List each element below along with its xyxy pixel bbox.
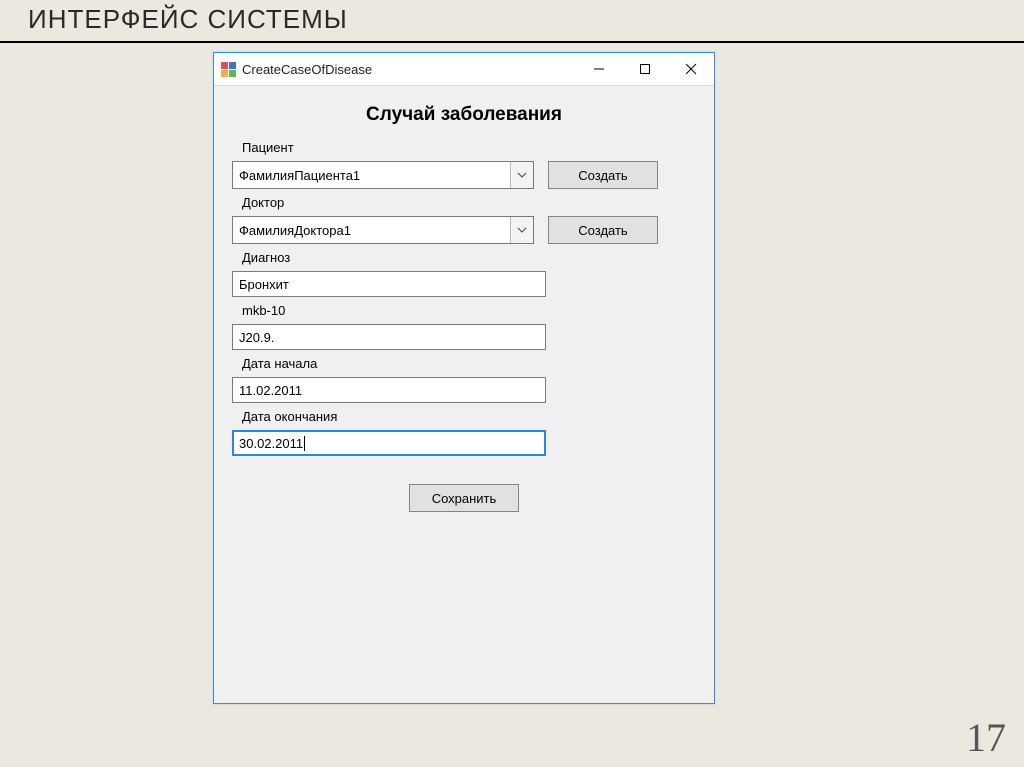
date-start-field[interactable]: 11.02.2011	[232, 377, 546, 403]
date-end-value: 30.02.2011	[239, 436, 303, 451]
diagnosis-field[interactable]: Бронхит	[232, 271, 546, 297]
date-start-value: 11.02.2011	[239, 383, 302, 398]
window-title: CreateCaseOfDisease	[242, 62, 372, 77]
date-end-label: Дата окончания	[242, 409, 696, 424]
doctor-label: Доктор	[242, 195, 696, 210]
maximize-button[interactable]	[622, 53, 668, 85]
chevron-down-icon[interactable]	[510, 217, 533, 243]
diagnosis-label: Диагноз	[242, 250, 696, 265]
page-number: 17	[966, 714, 1006, 761]
patient-combobox[interactable]: ФамилияПациента1	[232, 161, 534, 189]
diagnosis-value: Бронхит	[239, 277, 289, 292]
create-patient-button[interactable]: Создать	[548, 161, 658, 189]
form-title: Случай заболевания	[232, 104, 696, 126]
date-start-label: Дата начала	[242, 356, 696, 371]
patient-label: Пациент	[242, 140, 696, 155]
minimize-button[interactable]	[576, 53, 622, 85]
slide-title: ИНТЕРФЕЙС СИСТЕМЫ	[0, 0, 1024, 43]
doctor-combobox-value: ФамилияДоктора1	[233, 223, 510, 238]
patient-combobox-value: ФамилияПациента1	[233, 168, 510, 183]
chevron-down-icon[interactable]	[510, 162, 533, 188]
mkb-value: J20.9.	[239, 330, 274, 345]
mkb-field[interactable]: J20.9.	[232, 324, 546, 350]
app-window: CreateCaseOfDisease Случай заболевания П…	[213, 52, 715, 704]
text-caret	[304, 436, 305, 451]
create-doctor-button[interactable]: Создать	[548, 216, 658, 244]
doctor-combobox[interactable]: ФамилияДоктора1	[232, 216, 534, 244]
close-button[interactable]	[668, 53, 714, 85]
mkb-label: mkb-10	[242, 303, 696, 318]
date-end-field[interactable]: 30.02.2011	[232, 430, 546, 456]
save-button[interactable]: Сохранить	[409, 484, 519, 512]
titlebar[interactable]: CreateCaseOfDisease	[214, 53, 714, 86]
app-icon	[220, 61, 236, 77]
